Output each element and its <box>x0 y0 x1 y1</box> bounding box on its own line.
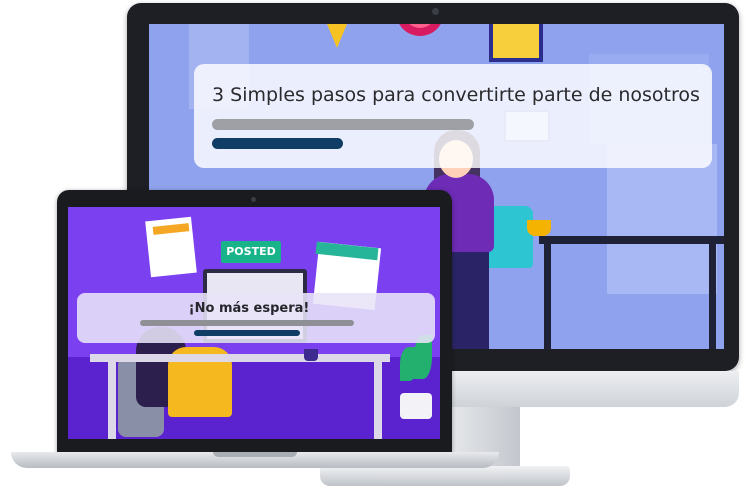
coffee-mug <box>304 349 318 361</box>
laptop-screen: POSTED ¡No más espera! <box>68 207 440 439</box>
laptop-camera <box>251 197 256 202</box>
monitor-stand-base <box>320 466 570 486</box>
headline-card <box>194 64 712 168</box>
desk-leg <box>374 362 382 439</box>
posted-label: POSTED <box>221 241 281 263</box>
desk-top <box>539 236 724 244</box>
progress-bar-fill <box>194 330 300 336</box>
picture-frame <box>489 24 543 62</box>
desk-leg <box>709 244 716 349</box>
pennant-decoration <box>327 24 347 48</box>
progress-bar-fill <box>212 138 343 149</box>
coffee-mug <box>527 220 551 236</box>
laptop-notch <box>213 452 297 457</box>
desk-leg <box>108 362 116 439</box>
plant-pot <box>400 393 432 419</box>
headline-title: 3 Simples pasos para convertirte parte d… <box>212 84 700 106</box>
desk-top <box>90 354 390 362</box>
progress-bar-track <box>140 320 354 326</box>
person-legs <box>449 250 489 349</box>
desk-leg <box>544 244 551 349</box>
message-title: ¡No más espera! <box>188 301 310 316</box>
progress-bar-track <box>212 119 474 130</box>
monitor-camera <box>432 8 439 15</box>
